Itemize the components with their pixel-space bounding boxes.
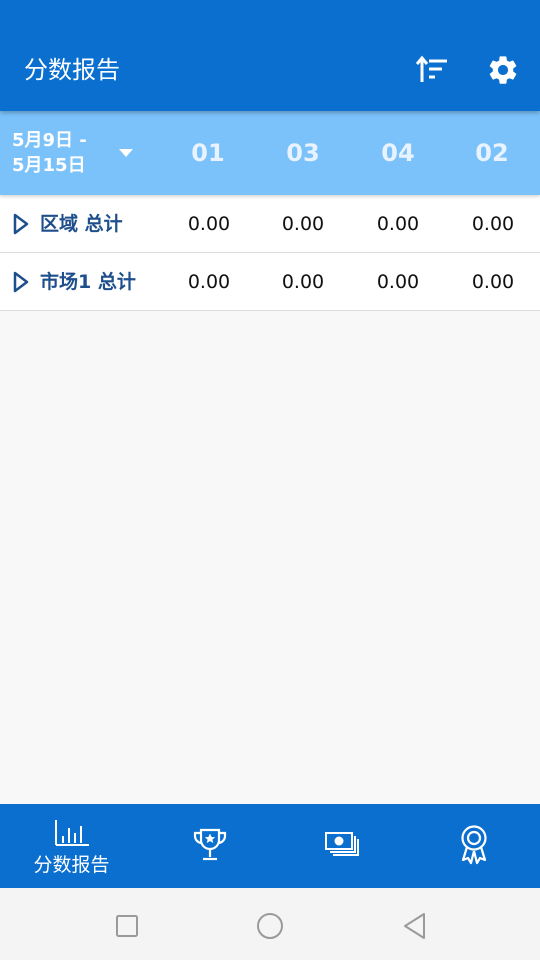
gear-icon — [489, 56, 517, 84]
expand-arrow-icon[interactable] — [11, 270, 31, 294]
trophy-icon — [193, 828, 227, 861]
table-cell: 0.00 — [187, 271, 231, 293]
dropdown-caret-icon — [119, 149, 133, 157]
back-button[interactable] — [397, 908, 433, 944]
nav-label: 分数报告 — [33, 854, 110, 876]
table-cell: 0.00 — [376, 271, 420, 293]
score-table: 区域 总计 0.00 0.00 0.00 0.00 市场1 总计 0.00 0.… — [0, 195, 540, 311]
nav-item-score-report[interactable]: 分数报告 — [4, 804, 139, 888]
table-row[interactable]: 市场1 总计 0.00 0.00 0.00 0.00 — [0, 253, 540, 311]
expand-arrow-icon[interactable] — [11, 212, 31, 236]
app-screen: 分数报告 5月9日 - 5月15日 01 03 04 02 区域 总计 0.00… — [0, 0, 540, 960]
home-button[interactable] — [252, 908, 288, 944]
sort-button[interactable] — [410, 48, 454, 92]
page-title: 分数报告 — [24, 56, 120, 84]
table-cell: 0.00 — [281, 213, 325, 235]
column-header[interactable]: 01 — [161, 111, 255, 195]
award-ribbon-icon — [461, 825, 487, 865]
table-cell: 0.00 — [471, 213, 515, 235]
settings-button[interactable] — [481, 48, 525, 92]
system-navigation-bar — [0, 888, 540, 960]
nav-item-award[interactable] — [406, 804, 540, 888]
nav-item-trophy[interactable] — [142, 804, 277, 888]
recent-apps-button[interactable] — [109, 908, 145, 944]
table-cell: 0.00 — [281, 271, 325, 293]
date-range-start: 5月9日 - — [12, 130, 87, 151]
date-range-selector[interactable]: 5月9日 - 5月15日 — [0, 111, 160, 195]
money-icon — [325, 832, 359, 856]
app-bar: 分数报告 — [0, 0, 540, 111]
square-icon — [116, 915, 138, 937]
column-header[interactable]: 03 — [256, 111, 350, 195]
table-cell: 0.00 — [471, 271, 515, 293]
row-label: 区域 总计 — [40, 213, 123, 235]
table-cell: 0.00 — [187, 213, 231, 235]
back-triangle-icon — [404, 913, 425, 939]
circle-icon — [257, 913, 283, 939]
row-label: 市场1 总计 — [40, 271, 136, 293]
date-range-end: 5月15日 — [12, 155, 86, 176]
bar-chart-icon — [55, 820, 89, 846]
column-header-row: 5月9日 - 5月15日 01 03 04 02 — [0, 111, 540, 195]
column-header[interactable]: 02 — [445, 111, 539, 195]
column-header[interactable]: 04 — [351, 111, 445, 195]
nav-item-money[interactable] — [273, 804, 408, 888]
table-cell: 0.00 — [376, 213, 420, 235]
bottom-navigation: 分数报告 — [0, 804, 540, 888]
table-row[interactable]: 区域 总计 0.00 0.00 0.00 0.00 — [0, 195, 540, 253]
sort-icon — [415, 55, 447, 82]
